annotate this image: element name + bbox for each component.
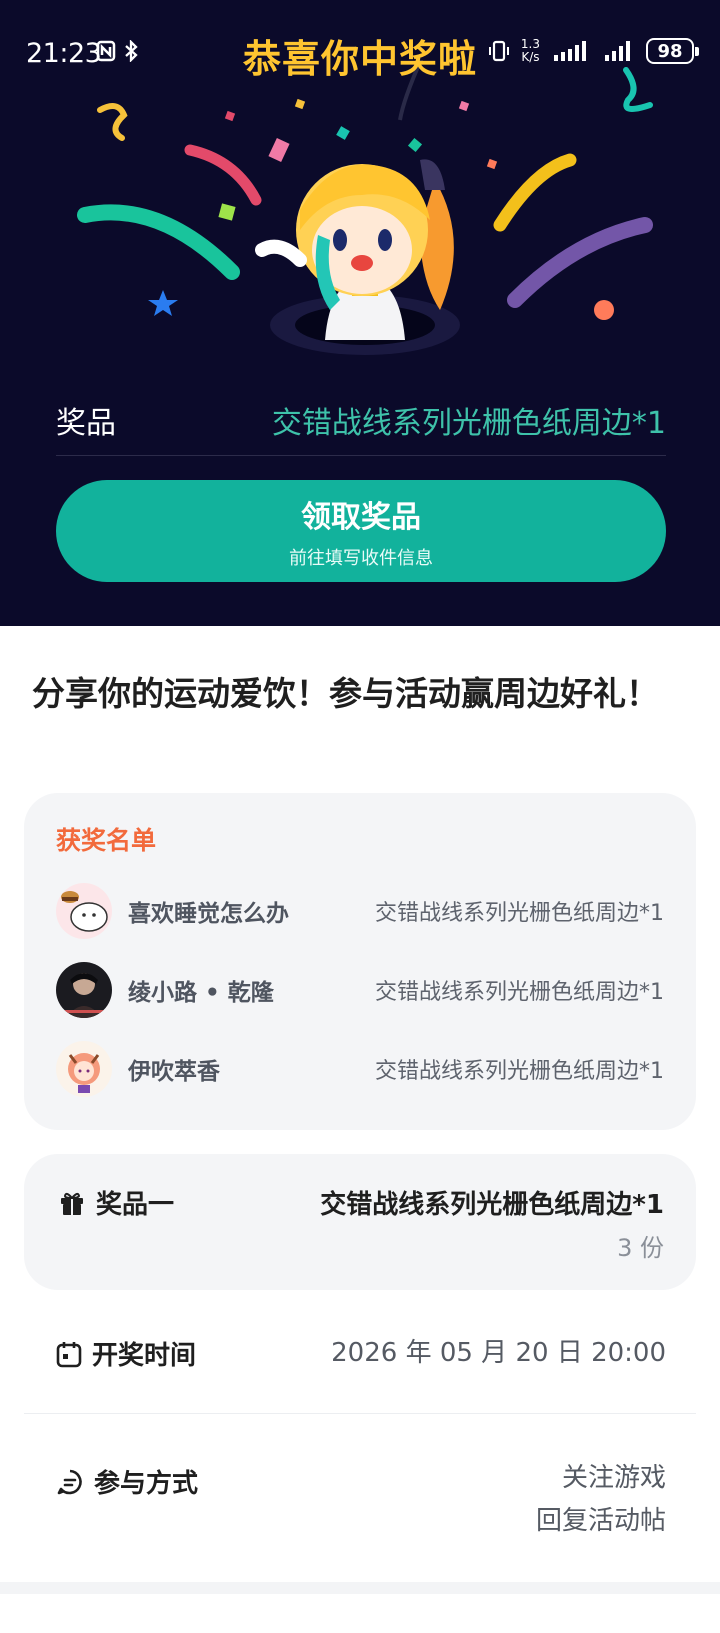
participation-methods: 关注游戏 回复活动帖 [536, 1457, 666, 1543]
status-bar: 21:23 恭喜你中奖啦 1.3 K/s 98 [0, 0, 720, 106]
participation-label-group: 参与方式 [56, 1463, 198, 1500]
winner-name: 伊吹萃香 [128, 1059, 220, 1085]
chat-icon [57, 1469, 82, 1494]
participation-row: 参与方式 关注游戏 回复活动帖 [56, 1457, 666, 1543]
avatar[interactable] [56, 1041, 112, 1097]
winner-row[interactable]: 绫小路 • 乾隆 交错战线系列光栅色纸周边*1 [56, 960, 664, 1020]
prize-item-label-group: 奖品一 [58, 1184, 174, 1221]
section-separator [0, 1582, 720, 1594]
divider [24, 1413, 696, 1414]
prize-item-label: 奖品一 [96, 1190, 175, 1220]
claim-button-subtitle: 前往填写收件信息 [289, 548, 433, 569]
participation-method: 回复活动帖 [535, 1506, 666, 1536]
claim-prize-button[interactable]: 领取奖品 前往填写收件信息 [56, 480, 666, 582]
avatar[interactable] [56, 883, 112, 939]
avatar[interactable] [56, 962, 112, 1018]
network-speed: 1.3 K/s [521, 38, 540, 64]
gift-icon [61, 1192, 83, 1215]
calendar-icon [56, 1341, 82, 1367]
vibrate-icon [488, 40, 509, 62]
draw-time-value: 2026 年 05 月 20 日 20:00 [331, 1338, 666, 1368]
celebration-illustration [77, 60, 653, 355]
winner-prize: 交错战线系列光栅色纸周边*1 [375, 980, 664, 1005]
signal-icon [554, 41, 586, 61]
prize-item-quantity: 3 份 [617, 1234, 664, 1262]
winner-row[interactable]: 喜欢睡觉怎么办 交错战线系列光栅色纸周边*1 [56, 881, 664, 941]
battery-indicator: 98 [646, 38, 699, 64]
prize-row: 奖品 交错战线系列光栅色纸周边*1 [56, 384, 666, 456]
winner-prize: 交错战线系列光栅色纸周边*1 [375, 1059, 664, 1084]
participation-label: 参与方式 [94, 1469, 199, 1499]
prize-item-value: 交错战线系列光栅色纸周边*1 [320, 1190, 664, 1220]
claim-button-title: 领取奖品 [301, 500, 421, 535]
winner-name: 喜欢睡觉怎么办 [128, 901, 289, 927]
signal-icon-2 [605, 41, 630, 61]
draw-time-row: 开奖时间 2026 年 05 月 20 日 20:00 [56, 1332, 666, 1375]
winners-heading: 获奖名单 [56, 826, 157, 855]
prize-hero: 21:23 恭喜你中奖啦 1.3 K/s 98 奖品 交错战线系列光栅色纸周边*… [0, 0, 720, 626]
status-right-icons: 1.3 K/s 98 [487, 38, 699, 64]
prize-detail-card: 奖品一 交错战线系列光栅色纸周边*1 3 份 [24, 1154, 696, 1290]
winner-prize: 交错战线系列光栅色纸周边*1 [375, 901, 664, 926]
speed-unit: K/s [521, 50, 540, 64]
winner-row[interactable]: 伊吹萃香 交错战线系列光栅色纸周边*1 [56, 1039, 664, 1099]
draw-time-label: 开奖时间 [92, 1341, 197, 1371]
prize-label: 奖品 [56, 405, 116, 441]
participation-method: 关注游戏 [561, 1463, 666, 1493]
winner-name: 绫小路 • 乾隆 [128, 980, 274, 1006]
prize-value: 交错战线系列光栅色纸周边*1 [271, 405, 666, 441]
draw-time-label-group: 开奖时间 [56, 1332, 196, 1375]
event-title: 分享你的运动爱饮！参与活动赢周边好礼！ [32, 674, 659, 713]
winners-card: 获奖名单 喜欢睡觉怎么办 交错战线系列光栅色纸周边*1 绫小路 • 乾隆 交错战… [24, 793, 696, 1130]
